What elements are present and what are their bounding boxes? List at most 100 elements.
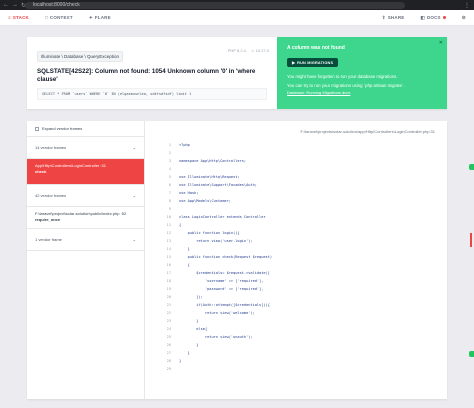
exception-class: Illuminate \ Database \ QueryException [37, 51, 124, 62]
line-code: public function login(){ [179, 231, 240, 235]
exception-summary: Illuminate \ Database \ QueryException P… [27, 37, 277, 109]
code-line: 24 else{ [145, 325, 447, 333]
checkbox-icon [35, 126, 39, 131]
code-viewer: F:\laravel\projects\solar-solution\app\H… [145, 121, 447, 399]
chevron-down-icon: ⌄ [132, 237, 136, 242]
line-code: public function check(Request $request) [179, 255, 273, 259]
side-toggle-icon[interactable] [469, 351, 474, 357]
line-number: 13 [166, 239, 171, 243]
code-line: 15 public function check(Request $reques… [145, 253, 447, 261]
line-code: <?php [179, 143, 190, 147]
run-migrations-button[interactable]: ▶ RUN MIGRATIONS [287, 58, 339, 67]
code-line: 29 [145, 365, 447, 373]
code-line: 11 { [145, 221, 447, 229]
top-nav: ≡ STACK □ CONTEXT ✦ FLARE ⇪ SHARE ◧ DOCS… [0, 10, 474, 26]
laravel-version: 10.27.0 [255, 48, 269, 53]
line-number: 11 [166, 223, 171, 227]
line-number: 2 [168, 151, 171, 155]
forward-icon[interactable]: → [12, 2, 18, 9]
run-migrations-label: RUN MIGRATIONS [297, 60, 334, 65]
line-number: 22 [166, 311, 171, 315]
tab-context[interactable]: □ CONTEXT [37, 10, 81, 26]
line-number: 10 [166, 215, 171, 219]
line-code: } [179, 343, 199, 347]
public-frame[interactable]: F:\laravel\project\solar-solution\public… [27, 207, 144, 229]
address-bar[interactable]: localhost:8000/check [25, 1, 405, 9]
tab-flare[interactable]: ✦ FLARE [81, 10, 119, 26]
vendor-frames-group[interactable]: 14 vendor frames ⌄ [27, 137, 144, 159]
share-icon: ⇪ [381, 14, 386, 20]
side-toggle-icon[interactable] [469, 164, 474, 170]
code-line: 27 } [145, 349, 447, 357]
chevron-down-icon: ⌄ [132, 145, 136, 150]
chevron-down-icon: ⌄ [132, 193, 136, 198]
frame-method: require_once [35, 217, 61, 222]
docs-status-dot [442, 16, 446, 19]
line-code: use Hash; [179, 191, 199, 195]
app-frame-selected[interactable]: App\Http\Controllers\LoginController :31… [27, 159, 144, 185]
scrollbar-thumb[interactable] [470, 233, 472, 247]
vendor-frames-label: 1 vendor frame [35, 237, 62, 242]
code-line: 6 use Illuminate\Support\Facades\Auth; [145, 181, 447, 189]
expand-vendor-frames[interactable]: Expand vendor frames [27, 121, 144, 137]
line-code: } [179, 319, 199, 323]
flare-icon: ✦ [88, 14, 93, 20]
vendor-frames-group[interactable]: 1 vendor frame ⌄ [27, 229, 144, 251]
docs-link[interactable]: Database: Running Migrations docs [287, 90, 437, 95]
code-line: 10 class LoginController extends Controll… [145, 213, 447, 221]
code-line: 26 } [145, 341, 447, 349]
browser-toolbar: ← → ↻ localhost:8000/check ⋮ [0, 0, 474, 10]
line-code: use App\Models\Customer; [179, 199, 231, 203]
code-line: 7 use Hash; [145, 189, 447, 197]
line-number: 16 [166, 263, 171, 267]
tab-label: STACK [12, 15, 29, 20]
line-code: use Illuminate\Http\Request; [179, 175, 240, 179]
settings-button[interactable]: ⚙ [454, 10, 474, 26]
line-code: return view('user.login'); [179, 239, 253, 243]
line-number: 18 [166, 279, 171, 283]
solution-panel: ✕ A column was not found ▶ RUN MIGRATION… [277, 37, 447, 109]
code-line: 14 } [145, 245, 447, 253]
share-button[interactable]: ⇪ SHARE [374, 10, 413, 26]
line-number: 28 [166, 359, 171, 363]
docs-label: DOCS [426, 15, 441, 20]
line-code: return view('unauth'); [179, 335, 253, 339]
line-code: if(Auth::attempt([$credentials])){ [179, 303, 270, 307]
back-icon[interactable]: ← [3, 2, 9, 9]
code-line: 17 $credentials= $request->validate([ [145, 269, 447, 277]
stack-icon: ≡ [8, 15, 11, 20]
docs-icon: ◧ [420, 14, 425, 20]
solution-text-1: You might have forgotten to run your dat… [287, 74, 398, 79]
browser-menu-icon[interactable]: ⋮ [464, 2, 470, 9]
line-number: 14 [166, 247, 171, 251]
context-icon: □ [45, 15, 48, 20]
laravel-version-wrap: ♨ 10.27.0 [251, 48, 269, 53]
frame-file: F:\laravel\project\solar-solution\public… [35, 211, 120, 216]
line-number: 17 [166, 271, 171, 275]
code-line: 22 return view('welcome'); [145, 309, 447, 317]
frame-class: App\Http\Controllers\LoginController [35, 163, 100, 168]
code-line: 8 use App\Models\Customer; [145, 197, 447, 205]
code-line: 19 'password' => ['required'], [145, 285, 447, 293]
frame-line-number: 52 [121, 211, 127, 216]
code-line: 21 if(Auth::attempt([$credentials])){ [145, 301, 447, 309]
line-number: 8 [168, 199, 171, 203]
vendor-frames-group[interactable]: 42 vendor frames ⌄ [27, 185, 144, 207]
tab-stack[interactable]: ≡ STACK [0, 10, 37, 26]
code-line: 20 ]); [145, 293, 447, 301]
line-number: 3 [168, 159, 171, 163]
code-line: 1 <?php [145, 141, 447, 149]
frame-line: :52 [120, 211, 127, 216]
line-code: } [179, 351, 190, 355]
version-info: PHP 8.2.4 ♨ 10.27.0 [228, 48, 269, 53]
code-line: 2 [145, 149, 447, 157]
vendor-frames-label: 14 vendor frames [35, 145, 67, 150]
docs-button[interactable]: ◧ DOCS [413, 10, 454, 26]
exception-card: Illuminate \ Database \ QueryException P… [27, 37, 447, 109]
code-file-path[interactable]: F:\laravel\projects\solar-solution\app\H… [300, 129, 435, 134]
browser-nav: ← → ↻ [3, 2, 26, 9]
line-code: } [179, 359, 182, 363]
line-number: 7 [168, 191, 171, 195]
line-number: 23 [166, 319, 171, 323]
close-icon[interactable]: ✕ [439, 40, 443, 46]
